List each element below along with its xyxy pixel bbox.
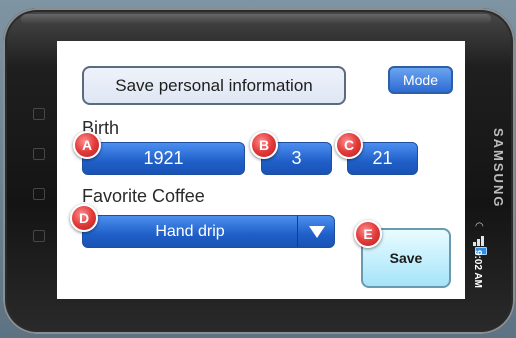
bezel-highlight xyxy=(21,14,491,24)
triangle-down-icon xyxy=(308,225,325,238)
menu-hardware-icon[interactable] xyxy=(33,108,45,120)
coffee-dropdown[interactable]: Hand drip xyxy=(82,215,335,248)
birth-year-field[interactable]: 1921 xyxy=(82,142,245,175)
annotation-marker-a: A xyxy=(73,131,101,159)
save-personal-information-button[interactable]: Save personal information xyxy=(82,66,346,105)
search-hardware-icon[interactable] xyxy=(33,230,45,242)
annotation-marker-d: D xyxy=(70,204,98,232)
brand-logo: SAMSUNG xyxy=(491,128,506,209)
annotation-marker-e: E xyxy=(354,220,382,248)
status-bar: ◠ 9:02 AM xyxy=(469,222,491,308)
scene-background: SAMSUNG ◠ 9:02 AM Save personal informat… xyxy=(0,0,516,338)
status-time: 9:02 AM xyxy=(472,250,483,288)
favorite-coffee-label: Favorite Coffee xyxy=(82,186,205,206)
home-hardware-icon[interactable] xyxy=(33,148,45,160)
annotation-marker-b: B xyxy=(250,131,278,159)
signal-icon xyxy=(473,234,487,246)
wifi-icon: ◠ xyxy=(475,221,484,232)
mode-button[interactable]: Mode xyxy=(388,66,453,94)
annotation-marker-c: C xyxy=(335,131,363,159)
coffee-selected-value: Hand drip xyxy=(155,222,225,240)
dropdown-arrow-icon[interactable] xyxy=(297,216,335,247)
back-hardware-icon[interactable] xyxy=(33,188,45,200)
